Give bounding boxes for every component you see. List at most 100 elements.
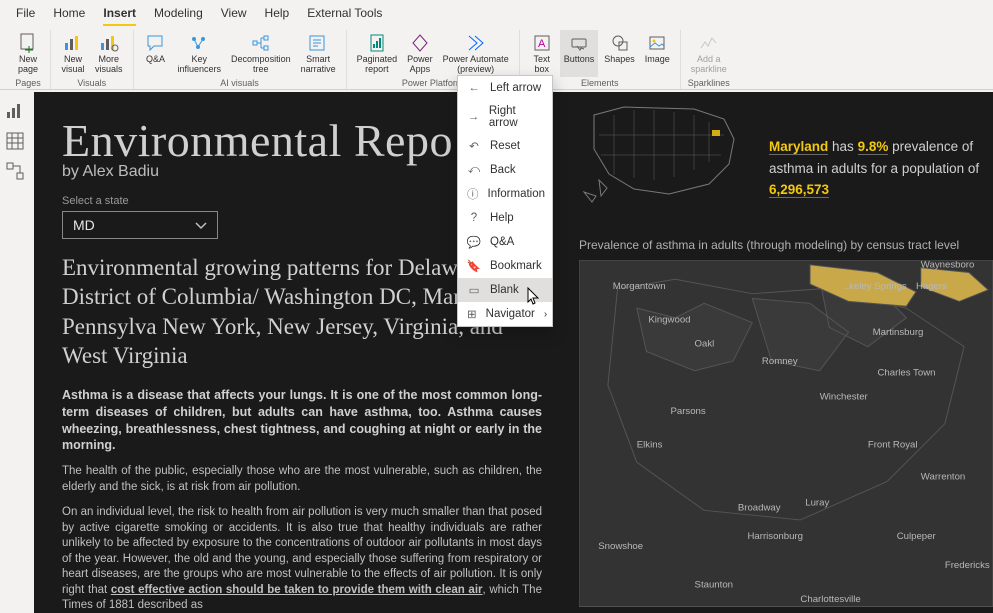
smart-narrative-button[interactable]: Smartnarrative	[297, 30, 340, 77]
ribbon-tabs: File Home Insert Modeling View Help Exte…	[0, 0, 993, 26]
svg-text:Harrisonburg: Harrisonburg	[747, 531, 803, 542]
buttons-button[interactable]: Buttons	[560, 30, 599, 77]
svg-text:Culpeper: Culpeper	[897, 531, 937, 542]
svg-text:Parsons: Parsons	[670, 406, 705, 417]
tab-file[interactable]: File	[16, 6, 35, 26]
menu-left-arrow[interactable]: ←Left arrow	[458, 76, 552, 100]
svg-text:Martinsburg: Martinsburg	[873, 327, 924, 338]
svg-text:Luray: Luray	[805, 498, 829, 509]
svg-text:Front Royal: Front Royal	[868, 440, 918, 451]
qna-button[interactable]: Q&A	[140, 30, 172, 77]
tab-view[interactable]: View	[221, 6, 247, 26]
text-box-button[interactable]: A Textbox	[526, 30, 558, 77]
new-page-icon	[19, 32, 37, 54]
smart-narrative-icon	[308, 32, 328, 54]
tract-map-visual[interactable]: Waynesboro Morgantown ..keley Springs Ha…	[579, 260, 993, 607]
right-arrow-icon: →	[467, 110, 480, 124]
svg-text:Oakl: Oakl	[695, 339, 715, 350]
more-visuals-icon	[99, 32, 119, 54]
power-automate-icon	[467, 32, 485, 54]
svg-text:Broadway: Broadway	[738, 502, 781, 513]
group-sparklines: Add asparkline Sparklines	[681, 30, 737, 89]
group-label-visuals: Visuals	[77, 78, 106, 88]
buttons-icon	[570, 32, 588, 54]
menu-qna[interactable]: 💬Q&A	[458, 230, 552, 254]
menu-information[interactable]: ⓘInformation	[458, 182, 552, 206]
key-influencers-icon	[189, 32, 209, 54]
group-label-pages: Pages	[15, 78, 41, 88]
image-icon	[648, 32, 666, 54]
tract-map-label: Prevalence of asthma in adults (through …	[579, 238, 959, 252]
svg-text:Fredericks: Fredericks	[945, 560, 990, 571]
menu-help[interactable]: ?Help	[458, 206, 552, 230]
new-page-button[interactable]: Newpage	[12, 30, 44, 77]
decomposition-tree-icon	[251, 32, 271, 54]
tab-external-tools[interactable]: External Tools	[307, 6, 382, 26]
view-switcher	[0, 92, 30, 190]
new-visual-button[interactable]: Newvisual	[57, 30, 89, 77]
svg-text:Waynesboro: Waynesboro	[921, 260, 975, 271]
svg-text:Warrenton: Warrenton	[921, 472, 966, 483]
help-icon: ?	[467, 211, 481, 225]
body-paragraph-2: On an individual level, the risk to heal…	[62, 505, 542, 613]
group-ai-visuals: Q&A Keyinfluencers Decompositiontree Sma…	[134, 30, 347, 89]
group-label-ai: AI visuals	[220, 78, 259, 88]
chevron-down-icon	[195, 217, 207, 233]
menu-back[interactable]: ⤺Back	[458, 158, 552, 182]
svg-text:Romney: Romney	[762, 356, 798, 367]
us-map-visual[interactable]	[579, 100, 759, 210]
svg-text:A: A	[538, 38, 546, 50]
bookmark-icon: 🔖	[467, 259, 481, 273]
add-sparkline-button[interactable]: Add asparkline	[687, 30, 731, 77]
buttons-dropdown: ←Left arrow →Right arrow ↶Reset ⤺Back ⓘI…	[457, 75, 553, 327]
tab-help[interactable]: Help	[265, 6, 290, 26]
sparkline-icon	[699, 32, 719, 54]
decomposition-tree-button[interactable]: Decompositiontree	[227, 30, 295, 77]
text-box-icon: A	[533, 32, 551, 54]
report-view-button[interactable]	[6, 102, 24, 120]
power-automate-button[interactable]: Power Automate(preview)	[439, 30, 513, 77]
tab-home[interactable]: Home	[53, 6, 85, 26]
menu-right-arrow[interactable]: →Right arrow	[458, 100, 552, 134]
model-view-button[interactable]	[6, 162, 24, 180]
more-visuals-button[interactable]: Morevisuals	[91, 30, 127, 77]
asthma-definition: Asthma is a disease that affects your lu…	[62, 387, 542, 455]
paginated-report-button[interactable]: Paginatedreport	[353, 30, 402, 77]
maryland-summary: Maryland has 9.8% prevalence of asthma i…	[769, 136, 993, 201]
power-apps-button[interactable]: PowerApps	[403, 30, 437, 77]
svg-text:Snowshoe: Snowshoe	[598, 541, 643, 552]
body-paragraph-1: The health of the public, especially tho…	[62, 464, 542, 495]
data-view-button[interactable]	[6, 132, 24, 150]
key-influencers-button[interactable]: Keyinfluencers	[174, 30, 226, 77]
image-button[interactable]: Image	[641, 30, 674, 77]
group-label-sparklines: Sparklines	[688, 78, 730, 88]
svg-text:..keley Springs: ..keley Springs	[844, 281, 907, 292]
svg-text:Elkins: Elkins	[637, 440, 663, 451]
tab-insert[interactable]: Insert	[103, 6, 136, 26]
svg-text:Kingwood: Kingwood	[648, 315, 690, 326]
chevron-right-icon: ›	[544, 309, 547, 320]
paginated-report-icon	[368, 32, 386, 54]
chart-icon	[63, 32, 83, 54]
navigator-icon: ⊞	[467, 307, 477, 321]
qna-bubble-icon: 💬	[467, 235, 481, 249]
right-column: Maryland has 9.8% prevalence of asthma i…	[579, 100, 983, 215]
shapes-button[interactable]: Shapes	[600, 30, 639, 77]
group-visuals: Newvisual Morevisuals Visuals	[51, 30, 134, 89]
svg-text:Hagers: Hagers	[916, 281, 947, 292]
svg-text:Staunton: Staunton	[695, 579, 733, 590]
svg-text:Charles Town: Charles Town	[877, 368, 935, 379]
svg-text:Morgantown: Morgantown	[613, 281, 666, 292]
group-label-power-platform: Power Platform	[402, 78, 464, 88]
tab-modeling[interactable]: Modeling	[154, 6, 203, 26]
state-dropdown[interactable]: MD	[62, 211, 218, 239]
menu-blank[interactable]: ▭Blank	[458, 278, 552, 302]
reset-icon: ↶	[467, 139, 481, 153]
menu-bookmark[interactable]: 🔖Bookmark	[458, 254, 552, 278]
svg-text:Winchester: Winchester	[820, 392, 869, 403]
menu-navigator[interactable]: ⊞Navigator›	[458, 302, 552, 326]
svg-text:Charlottesville: Charlottesville	[800, 594, 860, 605]
information-icon: ⓘ	[467, 187, 479, 201]
menu-reset[interactable]: ↶Reset	[458, 134, 552, 158]
power-apps-icon	[411, 32, 429, 54]
